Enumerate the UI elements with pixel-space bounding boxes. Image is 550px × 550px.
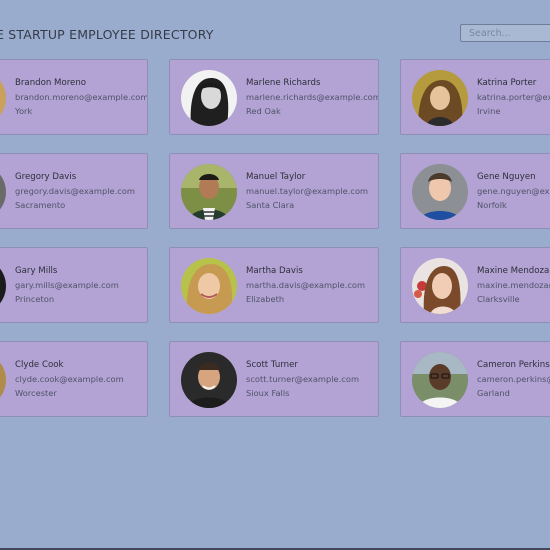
employee-city: Irvine [477, 106, 501, 116]
employee-info: Scott Turner scott.turner@example.com Si… [246, 359, 378, 400]
avatar [0, 258, 6, 314]
employee-card[interactable]: Scott Turner scott.turner@example.com Si… [169, 341, 379, 417]
employee-email: brandon.moreno@example.com [15, 92, 148, 102]
employee-city: Clarksville [477, 294, 520, 304]
avatar [412, 70, 468, 126]
employee-card[interactable]: Gary Mills gary.mills@example.com Prince… [0, 247, 148, 323]
employee-city: Sacramento [15, 200, 66, 210]
employee-email: scott.turner@example.com [246, 374, 360, 384]
avatar-photo-icon [0, 352, 6, 408]
directory-page: E STARTUP EMPLOYEE DIRECTORY Brandon Mor… [0, 0, 550, 550]
employee-city: Garland [477, 388, 510, 398]
employee-email: gregory.davis@example.com [15, 186, 135, 196]
employee-email: clyde.cook@example.com [15, 374, 124, 384]
employee-card[interactable]: Katrina Porter katrina.porter@example.co… [400, 59, 550, 135]
avatar [0, 164, 6, 220]
avatar-photo-icon [181, 164, 237, 220]
employee-email: martha.davis@example.com [246, 280, 366, 290]
employee-email: gene.nguyen@example.com [477, 186, 550, 196]
employee-name: Gary Mills [15, 266, 58, 276]
employee-info: Martha Davis martha.davis@example.com El… [246, 265, 378, 306]
employee-card[interactable]: Brandon Moreno brandon.moreno@example.co… [0, 59, 148, 135]
employee-info: Clyde Cook clyde.cook@example.com Worces… [15, 359, 147, 400]
avatar [412, 352, 468, 408]
employee-city: Worcester [15, 388, 57, 398]
employee-email: maxine.mendoza@example.com [477, 280, 550, 290]
employee-city: York [15, 106, 33, 116]
employee-email: marlene.richards@example.com [246, 92, 379, 102]
avatar-photo-icon [181, 352, 237, 408]
avatar [181, 258, 237, 314]
avatar-photo-icon [412, 164, 468, 220]
employee-name: Manuel Taylor [246, 172, 306, 182]
avatar-photo-icon [412, 258, 468, 314]
employee-name: Brandon Moreno [15, 78, 87, 88]
employee-name: Maxine Mendoza [477, 266, 550, 276]
avatar [0, 70, 6, 126]
employee-info: Maxine Mendoza maxine.mendoza@example.co… [477, 265, 550, 306]
employee-info: Katrina Porter katrina.porter@example.co… [477, 77, 550, 118]
employee-card[interactable]: Cameron Perkins cameron.perkins@example.… [400, 341, 550, 417]
employee-card[interactable]: Maxine Mendoza maxine.mendoza@example.co… [400, 247, 550, 323]
employee-city: Princeton [15, 294, 55, 304]
employee-info: Marlene Richards marlene.richards@exampl… [246, 77, 378, 118]
employee-info: Gregory Davis gregory.davis@example.com … [15, 171, 147, 212]
avatar-photo-icon [0, 258, 6, 314]
employee-name: Cameron Perkins [477, 360, 550, 370]
avatar [412, 164, 468, 220]
avatar-photo-icon [181, 258, 237, 314]
employee-card[interactable]: Marlene Richards marlene.richards@exampl… [169, 59, 379, 135]
employee-name: Katrina Porter [477, 78, 537, 88]
avatar-photo-icon [0, 70, 6, 126]
employee-card[interactable]: Manuel Taylor manuel.taylor@example.com … [169, 153, 379, 229]
avatar-photo-icon [412, 352, 468, 408]
employee-name: Marlene Richards [246, 78, 321, 88]
employee-city: Santa Clara [246, 200, 295, 210]
employee-name: Clyde Cook [15, 360, 64, 370]
avatar [412, 258, 468, 314]
employee-gallery: Brandon Moreno brandon.moreno@example.co… [0, 0, 550, 550]
avatar [181, 70, 237, 126]
employee-name: Gene Nguyen [477, 172, 536, 182]
employee-name: Martha Davis [246, 266, 303, 276]
employee-info: Manuel Taylor manuel.taylor@example.com … [246, 171, 378, 212]
employee-name: Gregory Davis [15, 172, 77, 182]
employee-info: Brandon Moreno brandon.moreno@example.co… [15, 77, 147, 118]
employee-info: Gene Nguyen gene.nguyen@example.com Norf… [477, 171, 550, 212]
employee-email: cameron.perkins@example.com [477, 374, 550, 384]
employee-card[interactable]: Clyde Cook clyde.cook@example.com Worces… [0, 341, 148, 417]
employee-card[interactable]: Martha Davis martha.davis@example.com El… [169, 247, 379, 323]
avatar-photo-icon [412, 70, 468, 126]
employee-city: Sioux Falls [246, 388, 290, 398]
employee-card[interactable]: Gregory Davis gregory.davis@example.com … [0, 153, 148, 229]
employee-card[interactable]: Gene Nguyen gene.nguyen@example.com Norf… [400, 153, 550, 229]
employee-email: katrina.porter@example.com [477, 92, 550, 102]
employee-info: Cameron Perkins cameron.perkins@example.… [477, 359, 550, 400]
employee-name: Scott Turner [246, 360, 298, 370]
employee-city: Elizabeth [246, 294, 285, 304]
avatar [181, 164, 237, 220]
employee-city: Norfolk [477, 200, 507, 210]
avatar-photo-icon [0, 164, 6, 220]
avatar [181, 352, 237, 408]
employee-city: Red Oak [246, 106, 281, 116]
employee-email: manuel.taylor@example.com [246, 186, 369, 196]
employee-email: gary.mills@example.com [15, 280, 119, 290]
avatar-photo-icon [181, 70, 237, 126]
avatar [0, 352, 6, 408]
employee-info: Gary Mills gary.mills@example.com Prince… [15, 265, 147, 306]
